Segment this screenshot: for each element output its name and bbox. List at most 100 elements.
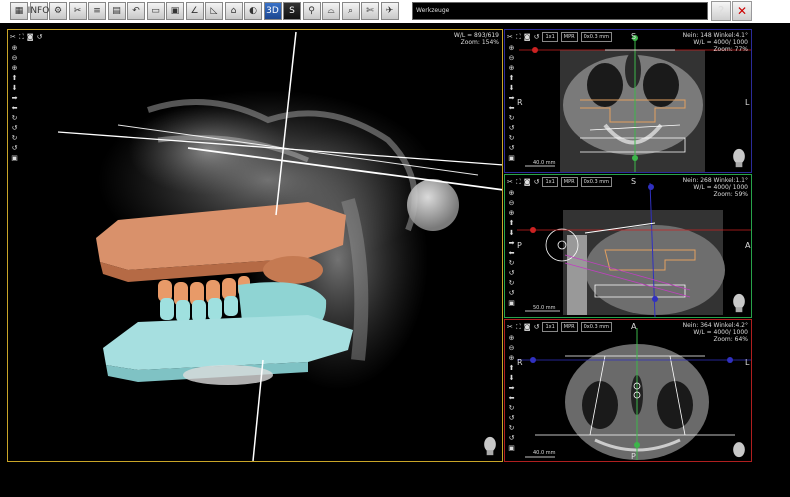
view-action-1-icon[interactable]: ⛶ xyxy=(516,322,521,332)
view-action-1-icon[interactable]: ⛶ xyxy=(516,32,521,42)
view-tool-1-icon[interactable]: ⊖ xyxy=(507,54,516,63)
view-tool-11-icon[interactable]: ▣ xyxy=(507,154,516,163)
mpr-option-2[interactable]: 0x0.3 mm xyxy=(580,322,613,332)
head-orientation-icon[interactable] xyxy=(731,148,747,168)
view-tool-10-icon[interactable]: ↺ xyxy=(507,434,516,443)
view-tool-6-icon[interactable]: ⬅ xyxy=(507,249,516,258)
view-tool-7-icon[interactable]: ↻ xyxy=(507,114,516,123)
view-tool-9-icon[interactable]: ↻ xyxy=(10,134,19,143)
view-tool-5-icon[interactable]: ➡ xyxy=(10,94,19,103)
view-tool-9-icon[interactable]: ↻ xyxy=(507,424,516,433)
view-tool-6-icon[interactable]: ⬅ xyxy=(507,104,516,113)
sagittal-viewport[interactable]: ⊕ ⊖ ⊕ ⬆ ⬇ ➡ ⬅ ↻ ↺ ↻ ↺ ▣ ✂ ⛶ ◙ ↺ 1x1 MPR 0x0.3 mm Nein: 26… xyxy=(504,174,752,318)
save-icon[interactable]: ▤ xyxy=(107,2,126,20)
implant-icon[interactable]: ⚲ xyxy=(302,2,321,20)
mpr-option-0[interactable]: 1x1 xyxy=(542,322,558,332)
view-tool-2-icon[interactable]: ⊕ xyxy=(507,354,516,363)
view-action-0-icon[interactable]: ✂ xyxy=(507,322,513,332)
coronal-viewport[interactable]: ⊕ ⊖ ⊕ ⬆ ⬇ ➡ ⬅ ↻ ↺ ↻ ↺ ▣ ✂ ⛶ ◙ ↺ 1x1 MPR 0x0.3 mm Nein: 14… xyxy=(504,29,752,173)
ruler-icon[interactable]: ≡ xyxy=(88,2,106,20)
mpr-option-2[interactable]: 0x0.3 mm xyxy=(580,177,613,187)
mpr-option-0[interactable]: 1x1 xyxy=(542,32,558,42)
mpr-option-2[interactable]: 0x0.3 mm xyxy=(580,32,613,42)
view-tool-8-icon[interactable]: ↺ xyxy=(507,414,516,423)
view-tool-1-icon[interactable]: ⊖ xyxy=(507,344,516,353)
mpr-option-1[interactable]: MPR xyxy=(560,177,578,187)
contrast-icon[interactable]: ◐ xyxy=(244,2,262,20)
view-action-3-icon[interactable]: ↺ xyxy=(534,32,540,42)
mpr-option-1[interactable]: MPR xyxy=(560,322,578,332)
view-action-2-icon[interactable]: ◙ xyxy=(524,32,531,42)
view-tool-2-icon[interactable]: ⊕ xyxy=(10,64,19,73)
view-tool-0-icon[interactable]: ⊕ xyxy=(507,44,516,53)
view-tool-5-icon[interactable]: ➡ xyxy=(507,94,516,103)
view-tool-3-icon[interactable]: ⬆ xyxy=(507,74,516,83)
view-tool-4-icon[interactable]: ⬇ xyxy=(507,84,516,93)
view-tool-6-icon[interactable]: ⬅ xyxy=(10,104,19,113)
view-tool-5-icon[interactable]: ➡ xyxy=(507,239,516,248)
head-orientation-icon[interactable] xyxy=(482,436,498,456)
axial-viewport[interactable]: ⊕ ⊖ ⊕ ⬆ ⬇ ➡ ⬅ ↻ ↺ ↻ ↺ ▣ ✂ ⛶ ◙ ↺ 1x1 MPR 0x0.3 mm Nein: 36… xyxy=(504,319,752,462)
view-action-2-icon[interactable]: ◙ xyxy=(27,32,34,42)
undo-icon[interactable]: ↶ xyxy=(127,2,145,20)
tools-icon[interactable]: ✂ xyxy=(68,2,87,20)
view-action-2-icon[interactable]: ◙ xyxy=(524,322,531,332)
view-tool-8-icon[interactable]: ↺ xyxy=(507,124,516,133)
view-tool-3-icon[interactable]: ⬆ xyxy=(10,74,19,83)
layout-icon[interactable]: ▦ xyxy=(10,2,28,20)
close-button[interactable]: ✕ xyxy=(732,1,752,21)
segment-icon[interactable]: ✄ xyxy=(361,2,379,20)
view-tool-8-icon[interactable]: ↺ xyxy=(10,124,19,133)
view-action-0-icon[interactable]: ✂ xyxy=(10,32,16,42)
view-tool-8-icon[interactable]: ↺ xyxy=(507,269,516,278)
view-tool-4-icon[interactable]: ⬇ xyxy=(507,229,516,238)
view-action-1-icon[interactable]: ⛶ xyxy=(19,32,24,42)
view-tool-4-icon[interactable]: ⬇ xyxy=(507,374,516,383)
view-tool-11-icon[interactable]: ▣ xyxy=(507,444,516,453)
angle-icon[interactable]: ∠ xyxy=(185,2,204,20)
view-action-0-icon[interactable]: ✂ xyxy=(507,177,513,187)
view-tool-10-icon[interactable]: ↺ xyxy=(10,144,19,153)
view-tool-10-icon[interactable]: ↺ xyxy=(507,289,516,298)
settings-icon[interactable]: ⚙ xyxy=(49,2,67,20)
view-tool-2-icon[interactable]: ⊕ xyxy=(507,209,516,218)
view-tool-1-icon[interactable]: ⊖ xyxy=(10,54,19,63)
zoom-tool-icon[interactable]: ⌕ xyxy=(341,2,360,20)
view-tool-4-icon[interactable]: ⬇ xyxy=(10,84,19,93)
view-action-1-icon[interactable]: ⛶ xyxy=(516,177,521,187)
3d-viewport[interactable]: ⊕ ⊖ ⊕ ⬆ ⬇ ➡ ⬅ ↻ ↺ ↻ ↺ ▣ W/L = 893/619 Zoom: 154% ✂ ⛶… xyxy=(7,29,503,462)
view-tool-11-icon[interactable]: ▣ xyxy=(10,154,19,163)
mpr-option-0[interactable]: 1x1 xyxy=(542,177,558,187)
view-action-2-icon[interactable]: ◙ xyxy=(524,177,531,187)
view-tool-0-icon[interactable]: ⊕ xyxy=(507,189,516,198)
view-tool-11-icon[interactable]: ▣ xyxy=(507,299,516,308)
view-tool-5-icon[interactable]: ➡ xyxy=(507,384,516,393)
view-tool-3-icon[interactable]: ⬆ xyxy=(507,364,516,373)
view-tool-0-icon[interactable]: ⊕ xyxy=(507,334,516,343)
view-tool-10-icon[interactable]: ↺ xyxy=(507,144,516,153)
view-tool-3-icon[interactable]: ⬆ xyxy=(507,219,516,228)
view-tool-0-icon[interactable]: ⊕ xyxy=(10,44,19,53)
help-button[interactable]: ? xyxy=(711,1,731,21)
view-tool-9-icon[interactable]: ↻ xyxy=(507,134,516,143)
view-tool-7-icon[interactable]: ↻ xyxy=(10,114,19,123)
airway-icon[interactable]: ✈ xyxy=(380,2,399,20)
mpr-option-1[interactable]: MPR xyxy=(560,32,578,42)
view-action-3-icon[interactable]: ↺ xyxy=(534,322,540,332)
view-tool-1-icon[interactable]: ⊖ xyxy=(507,199,516,208)
measure-icon[interactable]: ◺ xyxy=(205,2,223,20)
head-orientation-icon[interactable] xyxy=(731,293,747,313)
view-tool-7-icon[interactable]: ↻ xyxy=(507,404,516,413)
view-tool-9-icon[interactable]: ↻ xyxy=(507,279,516,288)
view-tool-6-icon[interactable]: ⬅ xyxy=(507,394,516,403)
view-tool-7-icon[interactable]: ↻ xyxy=(507,259,516,268)
3d-icon[interactable]: 3D xyxy=(263,2,282,20)
view-action-0-icon[interactable]: ✂ xyxy=(507,32,513,42)
view-action-3-icon[interactable]: ↺ xyxy=(534,177,540,187)
panorama-icon[interactable]: ⌓ xyxy=(322,2,340,20)
cube-icon[interactable]: ⌂ xyxy=(224,2,243,20)
head-orientation-icon[interactable] xyxy=(731,438,747,458)
view-tool-2-icon[interactable]: ⊕ xyxy=(507,64,516,73)
monitor-icon[interactable]: ▣ xyxy=(166,2,184,20)
view-action-3-icon[interactable]: ↺ xyxy=(37,32,43,42)
